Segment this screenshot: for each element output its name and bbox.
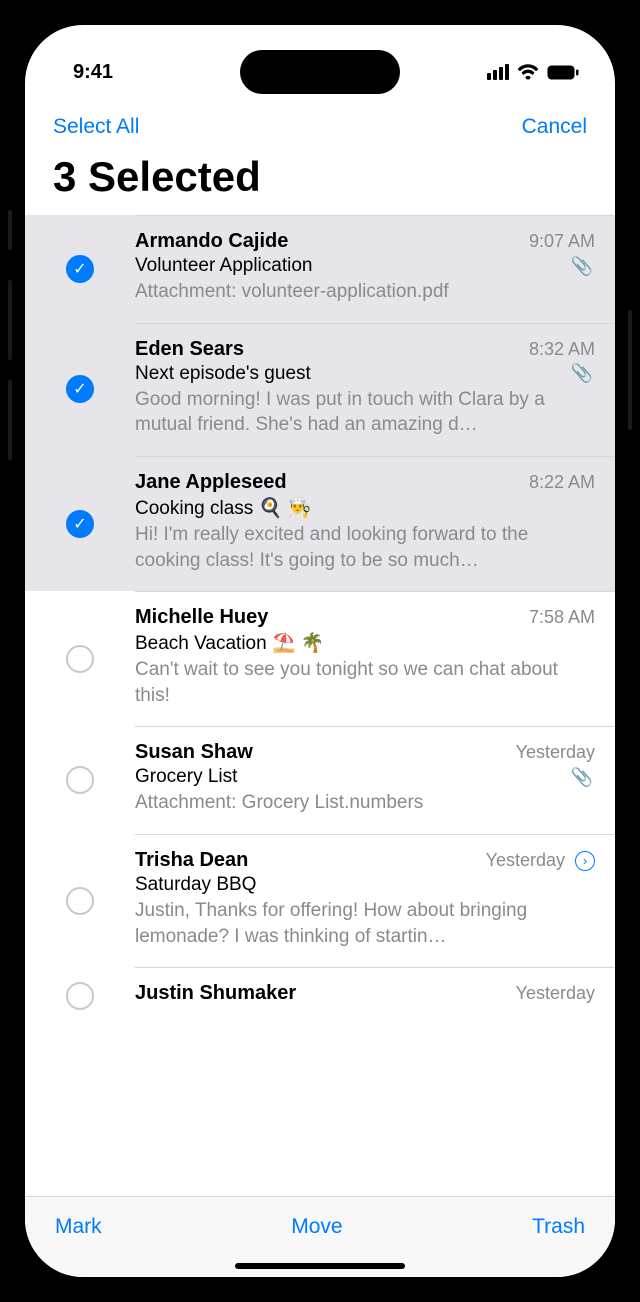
sender-name: Eden Sears xyxy=(135,338,244,361)
mail-preview: Attachment: volunteer-application.pdf xyxy=(135,279,595,305)
mail-content[interactable]: Trisha Dean Yesterday› Saturday BBQJustin,… xyxy=(135,834,615,967)
checkmark-icon: ✓ xyxy=(73,514,86,534)
cellular-signal-icon xyxy=(487,64,509,80)
mail-preview: Attachment: Grocery List.numbers xyxy=(135,790,595,816)
mark-button[interactable]: Mark xyxy=(55,1215,102,1239)
selection-checkbox[interactable] xyxy=(25,726,135,834)
selection-checkbox[interactable] xyxy=(25,591,135,726)
sender-name: Armando Cajide xyxy=(135,230,288,253)
mail-preview: Justin, Thanks for offering! How about b… xyxy=(135,898,595,949)
mail-row[interactable]: Susan Shaw Yesterday Grocery List 📎Attachme… xyxy=(25,726,615,834)
mail-time: 7:58 AM xyxy=(529,607,595,628)
mail-row[interactable]: Michelle Huey 7:58 AM Beach Vacation ⛱️ 🌴C… xyxy=(25,591,615,726)
selection-checkbox[interactable]: ✓ xyxy=(25,456,135,591)
mail-subject: Cooking class 🍳 👨‍🍳 xyxy=(135,496,311,520)
mail-subject: Saturday BBQ xyxy=(135,874,256,896)
mail-time: 8:22 AM xyxy=(529,472,595,493)
mail-content[interactable]: Armando Cajide 9:07 AM Volunteer Applicati… xyxy=(135,215,615,323)
mail-time: 9:07 AM xyxy=(529,231,595,252)
selection-checkbox[interactable] xyxy=(25,967,135,1025)
selection-checkbox[interactable]: ✓ xyxy=(25,215,135,323)
select-all-button[interactable]: Select All xyxy=(53,115,139,139)
paperclip-icon: 📎 xyxy=(571,767,595,788)
phone-frame: 9:41 Select All Cancel 3 Selected ✓ Arman… xyxy=(10,10,630,1292)
sender-name: Justin Shumaker xyxy=(135,982,296,1005)
mail-subject: Next episode's guest xyxy=(135,363,311,385)
sender-name: Trisha Dean xyxy=(135,849,248,872)
mail-preview: Can't wait to see you tonight so we can … xyxy=(135,657,595,708)
mail-time: Yesterday xyxy=(516,742,595,763)
dynamic-island xyxy=(240,50,400,94)
mail-row[interactable]: ✓ Jane Appleseed 8:22 AM Cooking class 🍳 👨‍… xyxy=(25,456,615,591)
paperclip-icon: 📎 xyxy=(571,363,595,384)
mail-preview: Hi! I'm really excited and looking forwa… xyxy=(135,522,595,573)
nav-bar: Select All Cancel xyxy=(25,101,615,143)
mail-content[interactable]: Michelle Huey 7:58 AM Beach Vacation ⛱️ 🌴C… xyxy=(135,591,615,726)
wifi-icon xyxy=(517,64,539,80)
trash-button[interactable]: Trash xyxy=(532,1215,585,1239)
toolbar: Mark Move Trash xyxy=(25,1196,615,1251)
mail-time: Yesterday› xyxy=(486,850,595,871)
mail-time: 8:32 AM xyxy=(529,339,595,360)
mail-row[interactable]: Trisha Dean Yesterday› Saturday BBQJustin,… xyxy=(25,834,615,967)
move-button[interactable]: Move xyxy=(291,1215,342,1239)
paperclip-icon: 📎 xyxy=(571,256,595,277)
mail-time: Yesterday xyxy=(516,983,595,1004)
mail-subject: Grocery List xyxy=(135,766,237,788)
checkmark-icon: ✓ xyxy=(73,379,86,399)
page-title: 3 Selected xyxy=(25,143,615,215)
checkmark-icon: ✓ xyxy=(73,259,86,279)
mail-content[interactable]: Justin Shumaker Yesterday xyxy=(135,967,615,1025)
status-indicators xyxy=(487,64,579,80)
mail-row[interactable]: Justin Shumaker Yesterday xyxy=(25,967,615,1025)
battery-icon xyxy=(547,65,579,80)
mail-preview: Good morning! I was put in touch with Cl… xyxy=(135,387,595,438)
disclosure-icon[interactable]: › xyxy=(575,851,595,871)
status-time: 9:41 xyxy=(73,61,113,84)
mail-subject: Volunteer Application xyxy=(135,255,312,277)
sender-name: Susan Shaw xyxy=(135,741,253,764)
mail-content[interactable]: Eden Sears 8:32 AM Next episode's guest 📎 Go… xyxy=(135,323,615,456)
mail-content[interactable]: Susan Shaw Yesterday Grocery List 📎Attachme… xyxy=(135,726,615,834)
mail-subject: Beach Vacation ⛱️ 🌴 xyxy=(135,631,325,655)
sender-name: Michelle Huey xyxy=(135,606,268,629)
screen: 9:41 Select All Cancel 3 Selected ✓ Arman… xyxy=(25,25,615,1277)
bottom-area: Mark Move Trash xyxy=(25,1196,615,1277)
sender-name: Jane Appleseed xyxy=(135,471,287,494)
mail-row[interactable]: ✓ Armando Cajide 9:07 AM Volunteer Applicat… xyxy=(25,215,615,323)
selection-checkbox[interactable]: ✓ xyxy=(25,323,135,456)
mail-list[interactable]: ✓ Armando Cajide 9:07 AM Volunteer Applicat… xyxy=(25,215,615,1196)
mail-row[interactable]: ✓ Eden Sears 8:32 AM Next episode's guest 📎 G… xyxy=(25,323,615,456)
mail-content[interactable]: Jane Appleseed 8:22 AM Cooking class 🍳 👨‍🍳… xyxy=(135,456,615,591)
cancel-button[interactable]: Cancel xyxy=(522,115,587,139)
home-indicator[interactable] xyxy=(235,1263,405,1269)
selection-checkbox[interactable] xyxy=(25,834,135,967)
